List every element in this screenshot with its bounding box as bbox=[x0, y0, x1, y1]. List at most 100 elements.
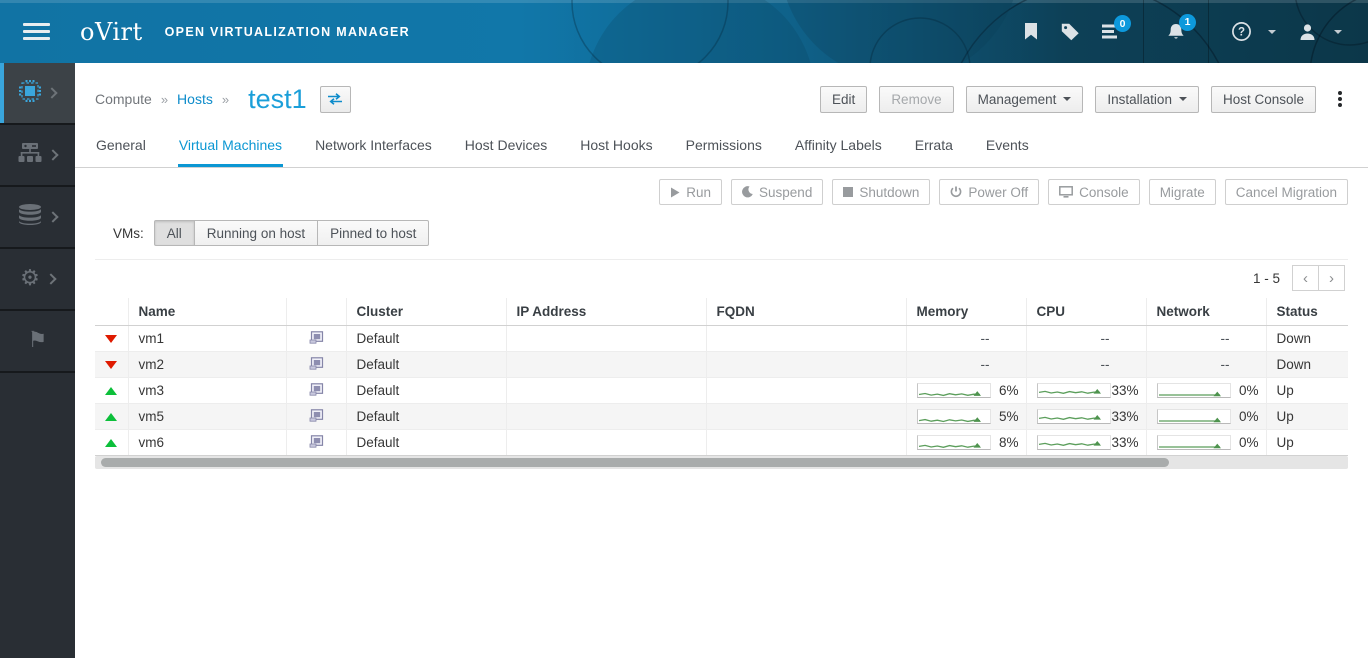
console-button[interactable]: Console bbox=[1048, 179, 1140, 205]
help-caret-icon[interactable] bbox=[1268, 30, 1276, 34]
vm-name[interactable]: vm1 bbox=[128, 326, 286, 352]
vm-cpu: -- bbox=[1026, 326, 1146, 352]
hamburger-menu-button[interactable] bbox=[23, 19, 50, 44]
tab-host-hooks[interactable]: Host Hooks bbox=[579, 126, 653, 167]
vm-cluster: Default bbox=[346, 352, 506, 378]
vm-status: Up bbox=[1266, 430, 1348, 456]
sidebar-item-network[interactable] bbox=[0, 125, 75, 187]
vm-status-up-icon bbox=[105, 413, 117, 421]
vm-name[interactable]: vm3 bbox=[128, 378, 286, 404]
horizontal-scrollbar-thumb[interactable] bbox=[101, 458, 1169, 467]
run-button[interactable]: Run bbox=[659, 179, 722, 205]
migrate-button[interactable]: Migrate bbox=[1149, 179, 1216, 205]
sidebar-item-compute[interactable] bbox=[0, 63, 75, 125]
table-header-row: Name Cluster IP Address FQDN Memory CPU … bbox=[95, 298, 1348, 326]
table-row[interactable]: vm1 Default -- -- -- Down bbox=[95, 326, 1348, 352]
vm-status: Up bbox=[1266, 404, 1348, 430]
filter-pinned-to-host-button[interactable]: Pinned to host bbox=[317, 220, 429, 246]
vm-status-down-icon bbox=[105, 361, 117, 369]
vm-name[interactable]: vm2 bbox=[128, 352, 286, 378]
vm-name[interactable]: vm5 bbox=[128, 404, 286, 430]
vm-name[interactable]: vm6 bbox=[128, 430, 286, 456]
tab-affinity-labels[interactable]: Affinity Labels bbox=[794, 126, 883, 167]
tab-errata[interactable]: Errata bbox=[914, 126, 954, 167]
remove-button[interactable]: Remove bbox=[879, 86, 953, 113]
tab-network-interfaces[interactable]: Network Interfaces bbox=[314, 126, 433, 167]
stop-icon bbox=[843, 187, 853, 197]
table-row[interactable]: vm3 Default 6% 33% 0% Up bbox=[95, 378, 1348, 404]
user-caret-icon[interactable] bbox=[1334, 30, 1342, 34]
host-console-button[interactable]: Host Console bbox=[1211, 86, 1316, 113]
filter-all-button[interactable]: All bbox=[154, 220, 195, 246]
ovirt-logo[interactable]: oVirt bbox=[80, 18, 143, 46]
user-icon[interactable] bbox=[1298, 23, 1317, 41]
page-title: test1 bbox=[248, 84, 307, 115]
edit-button[interactable]: Edit bbox=[820, 86, 867, 113]
bookmark-icon[interactable] bbox=[1023, 23, 1039, 40]
tab-host-devices[interactable]: Host Devices bbox=[464, 126, 548, 167]
vm-console-icon bbox=[309, 383, 324, 396]
memory-sparkline bbox=[917, 383, 991, 398]
vm-fqdn bbox=[706, 430, 906, 456]
sidebar-item-administration[interactable]: ⚙ bbox=[0, 249, 75, 311]
cpu-sparkline bbox=[1037, 435, 1111, 450]
col-cpu: CPU bbox=[1026, 298, 1146, 326]
events-flag-icon: ⚑ bbox=[28, 330, 48, 352]
power-off-button[interactable]: Power Off bbox=[939, 179, 1039, 205]
filter-running-on-host-button[interactable]: Running on host bbox=[194, 220, 318, 246]
tab-virtual-machines[interactable]: Virtual Machines bbox=[178, 126, 283, 167]
vm-console-icon bbox=[309, 409, 324, 422]
breadcrumb-hosts-link[interactable]: Hosts bbox=[177, 91, 213, 107]
horizontal-scrollbar-track[interactable] bbox=[95, 456, 1348, 469]
breadcrumb-separator: » bbox=[161, 92, 168, 107]
prev-page-button[interactable]: ‹ bbox=[1292, 265, 1319, 291]
vm-cpu: -- bbox=[1026, 352, 1146, 378]
col-cluster: Cluster bbox=[346, 298, 506, 326]
vm-fqdn bbox=[706, 352, 906, 378]
vms-filter-row: VMs: All Running on host Pinned to host bbox=[75, 205, 1368, 246]
cpu-sparkline bbox=[1037, 409, 1111, 424]
notifications-bell-icon[interactable]: 1 bbox=[1167, 23, 1185, 41]
network-sparkline bbox=[1157, 409, 1231, 424]
shutdown-button[interactable]: Shutdown bbox=[832, 179, 930, 205]
col-ip-address: IP Address bbox=[506, 298, 706, 326]
product-title: OPEN VIRTUALIZATION MANAGER bbox=[165, 25, 410, 39]
col-fqdn: FQDN bbox=[706, 298, 906, 326]
vm-console-icon bbox=[309, 435, 324, 448]
vm-status: Up bbox=[1266, 378, 1348, 404]
vm-fqdn bbox=[706, 326, 906, 352]
vm-fqdn bbox=[706, 378, 906, 404]
moon-icon bbox=[742, 186, 753, 198]
tab-general[interactable]: General bbox=[95, 126, 147, 167]
vm-ip bbox=[506, 404, 706, 430]
table-row[interactable]: vm2 Default -- -- -- Down bbox=[95, 352, 1348, 378]
vm-status-down-icon bbox=[105, 335, 117, 343]
table-row[interactable]: vm6 Default 8% 33% 0% Up bbox=[95, 430, 1348, 456]
suspend-button[interactable]: Suspend bbox=[731, 179, 823, 205]
vm-status: Down bbox=[1266, 326, 1348, 352]
chevron-right-icon bbox=[47, 149, 58, 160]
management-dropdown-button[interactable]: Management bbox=[966, 86, 1084, 113]
vm-grid: 1 - 5 ‹ › Name Cluster IP Address bbox=[95, 259, 1348, 469]
network-icon bbox=[18, 143, 42, 167]
tab-permissions[interactable]: Permissions bbox=[685, 126, 763, 167]
help-icon[interactable]: ? bbox=[1232, 22, 1251, 41]
vm-network: -- bbox=[1146, 326, 1266, 352]
tag-icon[interactable] bbox=[1061, 23, 1080, 41]
table-row[interactable]: vm5 Default 5% 33% 0% Up bbox=[95, 404, 1348, 430]
installation-dropdown-button[interactable]: Installation bbox=[1095, 86, 1199, 113]
vertical-nav: ⚙ ⚑ bbox=[0, 63, 75, 658]
sidebar-item-storage[interactable] bbox=[0, 187, 75, 249]
kebab-menu-button[interactable] bbox=[1332, 87, 1348, 111]
vm-console-icon bbox=[309, 357, 324, 370]
switch-host-button[interactable] bbox=[320, 86, 351, 113]
network-sparkline bbox=[1157, 383, 1231, 398]
col-name: Name bbox=[128, 298, 286, 326]
sidebar-item-events[interactable]: ⚑ bbox=[0, 311, 75, 373]
next-page-button[interactable]: › bbox=[1318, 265, 1345, 291]
cancel-migration-button[interactable]: Cancel Migration bbox=[1225, 179, 1348, 205]
tab-events[interactable]: Events bbox=[985, 126, 1030, 167]
vm-cluster: Default bbox=[346, 404, 506, 430]
tasks-icon[interactable]: 0 bbox=[1102, 24, 1120, 39]
main-content: Compute » Hosts » test1 Edit Remove Mana… bbox=[75, 63, 1368, 658]
